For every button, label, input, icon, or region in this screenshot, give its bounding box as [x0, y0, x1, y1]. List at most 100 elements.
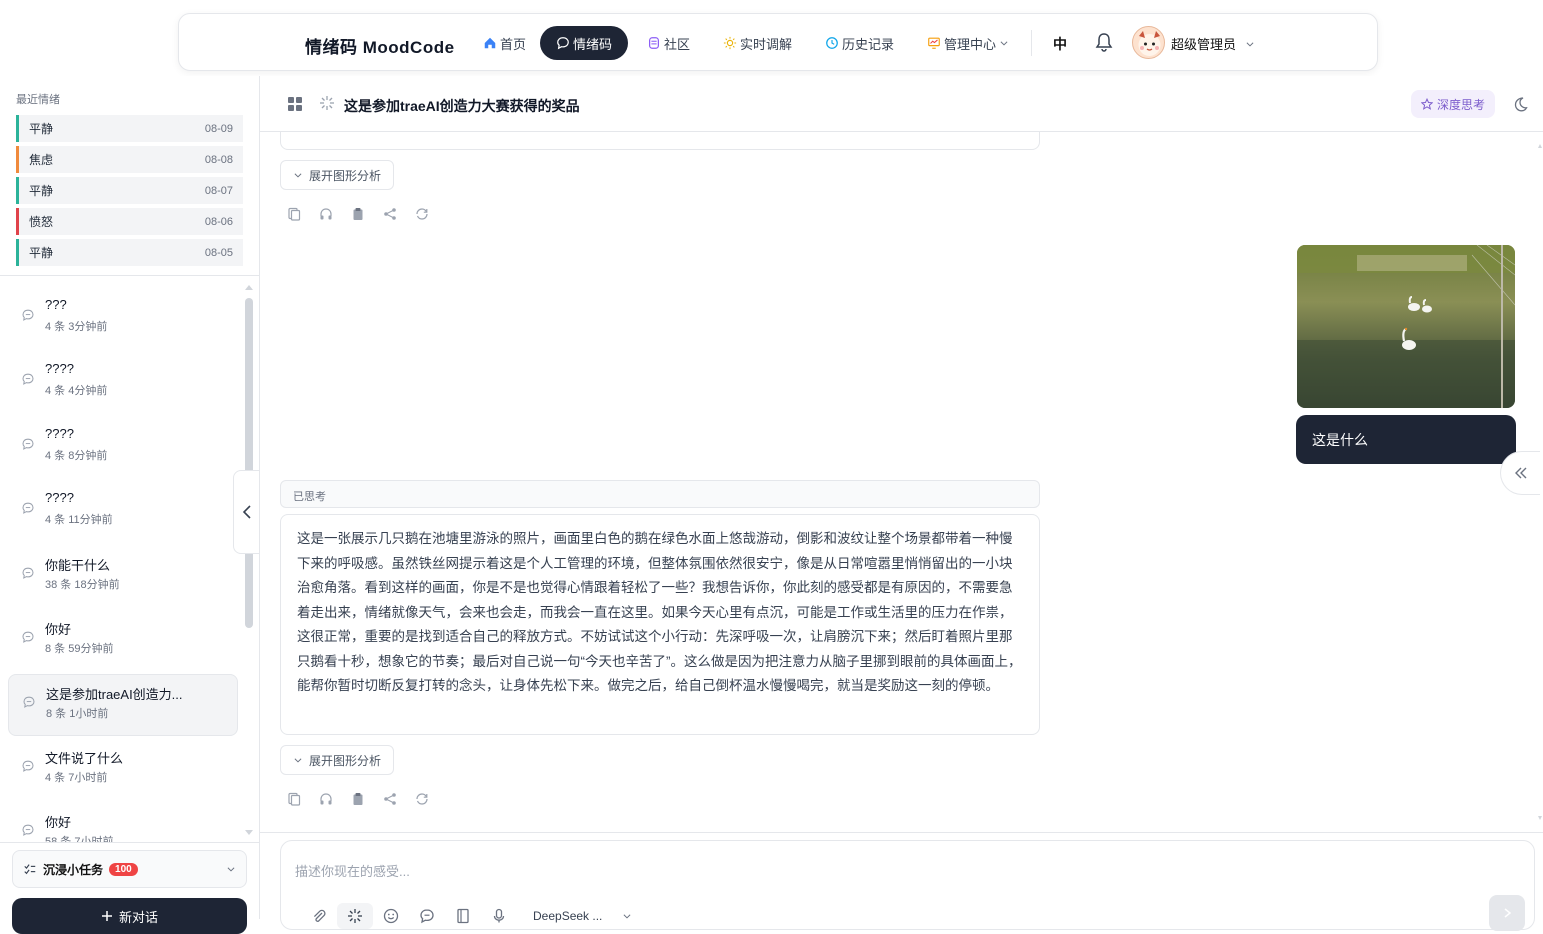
headphones-icon[interactable]: [319, 207, 333, 221]
sparkle-mode-button[interactable]: [337, 903, 373, 929]
chat-header: 这是参加traeAI创造力大赛获得的奖品 深度思考: [260, 76, 1543, 132]
conversation-item[interactable]: 文件说了什么 4 条 7小时前: [8, 739, 238, 801]
nav-home[interactable]: 首页: [479, 26, 530, 60]
conversation-item[interactable]: 你好 58 条 7小时前: [8, 803, 238, 843]
chevron-down-icon: [1000, 41, 1008, 46]
mood-label: 平静: [29, 246, 54, 260]
nav-history[interactable]: 历史记录: [821, 26, 898, 60]
headphones-icon[interactable]: [319, 792, 333, 806]
share-icon[interactable]: [383, 792, 397, 806]
conversation-meta: 8 条 1小时前: [46, 708, 109, 721]
scroll-up-icon[interactable]: [244, 282, 254, 292]
nav-community[interactable]: 社区: [643, 26, 694, 60]
chat-bubble-icon: [21, 630, 35, 649]
conversation-title: 你好: [45, 815, 72, 831]
grid-icon[interactable]: [288, 97, 302, 111]
message-input-placeholder[interactable]: 描述你现在的感受...: [295, 861, 410, 880]
mood-item[interactable]: 平静 08-09: [16, 115, 243, 142]
conversation-item[interactable]: 你能干什么 38 条 18分钟前: [8, 546, 238, 608]
voice-input-button[interactable]: [481, 903, 517, 929]
moon-icon[interactable]: [1512, 96, 1528, 112]
clipboard-icon[interactable]: [351, 792, 365, 806]
composer-toolbar: DeepSeek ...: [301, 903, 632, 929]
sparkle-icon: [320, 96, 334, 110]
dashboard-icon: [928, 37, 940, 49]
chat-mode-button[interactable]: [409, 903, 445, 929]
recent-moods-list: 平静 08-09 焦虑 08-08 平静 08-07 愤怒 08-06 平静 08-05: [16, 115, 243, 270]
mood-item[interactable]: 愤怒 08-06: [16, 208, 243, 235]
mood-item[interactable]: 焦虑 08-08: [16, 146, 243, 173]
chevron-down-icon[interactable]: [1245, 36, 1255, 54]
clipboard-icon[interactable]: [351, 207, 365, 221]
chat-bubble-icon: [21, 372, 35, 391]
chevron-down-icon: [623, 914, 631, 919]
chevron-right-icon: [1504, 908, 1512, 918]
uploaded-photo[interactable]: [1297, 245, 1515, 408]
attach-button[interactable]: [301, 903, 337, 929]
model-selector[interactable]: DeepSeek ...: [533, 909, 632, 923]
scrollbar-thumb[interactable]: [245, 298, 253, 628]
microphone-icon: [493, 908, 505, 923]
nav-admin-label: 管理中心: [944, 36, 997, 52]
conversation-item[interactable]: ???? 4 条 8分钟前: [8, 417, 238, 479]
refresh-icon[interactable]: [415, 207, 429, 221]
mood-date: 08-07: [204, 184, 233, 197]
assistant-message: 这是一张展示几只鹅在池塘里游泳的照片，画面里白色的鹅在绿色水面上悠哉游动，倒影和…: [280, 514, 1040, 735]
message-input-box[interactable]: 描述你现在的感受... DeepSeek ...: [280, 840, 1535, 931]
nav-mediation-label: 实时调解: [740, 36, 793, 52]
scroll-down-icon[interactable]: [244, 828, 254, 838]
chat-bubble-icon: [22, 695, 36, 714]
conversation-item[interactable]: ???? 4 条 4分钟前: [8, 352, 238, 414]
user-avatar[interactable]: [1132, 26, 1165, 59]
notification-bell-icon[interactable]: [1095, 32, 1113, 57]
new-chat-button[interactable]: 新对话: [12, 898, 247, 934]
nav-divider: [1031, 30, 1032, 56]
conversation-item[interactable]: ??? 4 条 3分钟前: [8, 288, 238, 350]
nav-moodcode[interactable]: 情绪码: [540, 26, 629, 60]
brand-logo[interactable]: 情绪码 MoodCode: [305, 33, 455, 58]
deep-think-button[interactable]: 深度思考: [1411, 90, 1496, 118]
nav-mediation[interactable]: 实时调解: [719, 26, 796, 60]
chat-bubble-icon: [21, 437, 35, 456]
conversation-scrollbar[interactable]: [244, 282, 254, 842]
nav-admin[interactable]: 管理中心: [923, 26, 1013, 60]
copy-icon[interactable]: [287, 207, 301, 221]
conversation-item-active[interactable]: 这是参加traeAI创造力... 8 条 1小时前: [8, 674, 238, 737]
star-icon: [1421, 98, 1433, 110]
language-toggle[interactable]: 中: [1053, 34, 1067, 54]
conversation-title: ????: [45, 490, 74, 506]
conversation-item[interactable]: 你好 8 条 59分钟前: [8, 610, 238, 672]
double-chevron-left-icon: [1514, 467, 1526, 479]
emoji-button[interactable]: [373, 903, 409, 929]
right-panel-toggle[interactable]: [1500, 451, 1540, 495]
immersive-task-dropdown[interactable]: 沉浸小任务 100: [12, 850, 247, 888]
sun-icon: [723, 36, 737, 50]
chevron-down-icon: [294, 173, 302, 178]
conversation-meta: 4 条 11分钟前: [45, 514, 113, 527]
conversation-meta: 4 条 8分钟前: [45, 449, 108, 462]
copy-icon[interactable]: [287, 792, 301, 806]
sidebar-collapse-button[interactable]: [233, 470, 260, 554]
user-message: 这是什么: [1296, 415, 1516, 464]
conversation-title: 这是参加traeAI创造力...: [46, 687, 183, 703]
expand-graph-analysis-button[interactable]: 展开图形分析: [280, 745, 395, 775]
refresh-icon[interactable]: [415, 792, 429, 806]
thinking-status[interactable]: 已思考: [280, 480, 1040, 508]
username[interactable]: 超级管理员: [1171, 34, 1236, 53]
share-icon[interactable]: [383, 207, 397, 221]
chat-scrollbar[interactable]: [1537, 142, 1543, 822]
mood-item[interactable]: 平静 08-05: [16, 239, 243, 266]
mood-item[interactable]: 平静 08-07: [16, 177, 243, 204]
deep-think-label: 深度思考: [1437, 97, 1486, 112]
conversation-title: 文件说了什么: [45, 750, 124, 766]
conversation-list: ??? 4 条 3分钟前 ???? 4 条 4分钟前 ???? 4 条 8分钟前…: [8, 288, 238, 843]
notebook-button[interactable]: [445, 903, 481, 929]
send-button[interactable]: [1489, 895, 1525, 931]
chat-bubble-icon: [21, 759, 35, 778]
conversation-item[interactable]: ???? 4 条 11分钟前: [8, 481, 238, 543]
expand-graph-analysis-button[interactable]: 展开图形分析: [280, 160, 395, 190]
top-nav: 情绪码 MoodCode 首页 情绪码 社区 实时调解 历史记录 管理中心 中 …: [178, 13, 1378, 71]
chat-icon: [557, 37, 569, 50]
chat-bubble-icon: [21, 566, 35, 585]
chat-area: 展开图形分析 这是什么 已思考 这是一张展示几只鹅在池塘里游泳的照片，画面里白色…: [260, 132, 1543, 832]
